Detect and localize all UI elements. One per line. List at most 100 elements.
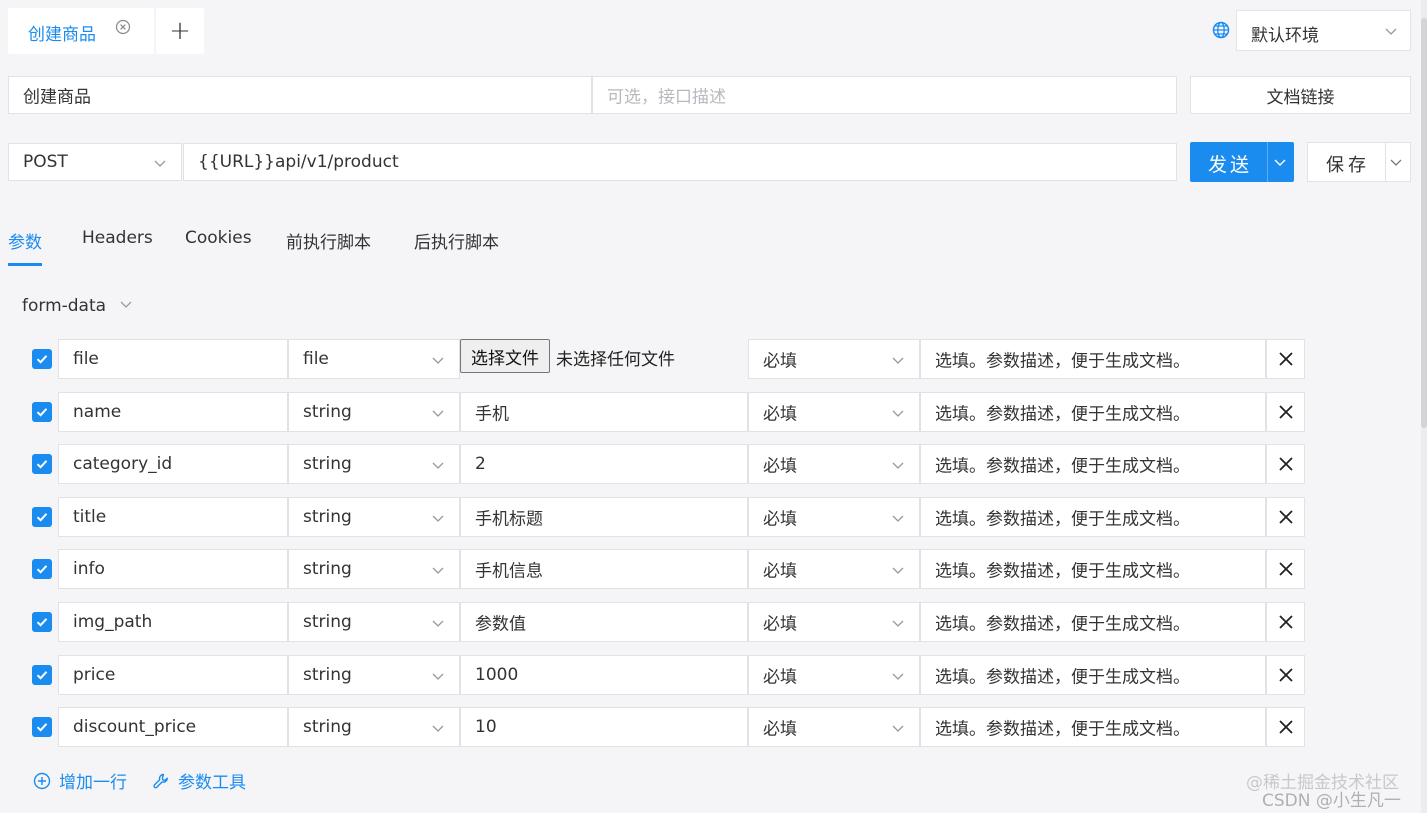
- param-name-input[interactable]: name: [58, 392, 288, 432]
- param-tools-button[interactable]: 参数工具: [152, 768, 246, 793]
- chevron-down-icon: [892, 410, 904, 417]
- param-description-input[interactable]: 选填。参数描述，便于生成文档。: [920, 602, 1266, 642]
- send-button[interactable]: 发送: [1190, 142, 1294, 182]
- chevron-down-icon: [121, 301, 132, 308]
- chevron-down-icon[interactable]: [1273, 155, 1287, 169]
- tab-pre-script[interactable]: 前执行脚本: [286, 228, 371, 253]
- save-button[interactable]: 保存: [1307, 142, 1411, 182]
- param-value-input[interactable]: 1000: [460, 655, 748, 695]
- delete-row-button[interactable]: [1266, 602, 1305, 642]
- param-value-input[interactable]: 手机: [460, 392, 748, 432]
- environment-select[interactable]: 默认环境: [1236, 10, 1411, 51]
- param-required-select[interactable]: 必填: [748, 339, 920, 379]
- param-value-input[interactable]: 参数值: [460, 602, 748, 642]
- param-enabled-checkbox[interactable]: [32, 665, 52, 685]
- param-enabled-checkbox[interactable]: [32, 507, 52, 527]
- param-name-input[interactable]: info: [58, 549, 288, 589]
- param-required-select[interactable]: 必填: [748, 707, 920, 747]
- param-type-select[interactable]: string: [288, 602, 460, 642]
- param-value-input[interactable]: 手机标题: [460, 497, 748, 537]
- param-description-input[interactable]: 选填。参数描述，便于生成文档。: [920, 339, 1266, 379]
- param-type-select[interactable]: string: [288, 392, 460, 432]
- param-type: string: [303, 717, 352, 737]
- param-type-select[interactable]: string: [288, 497, 460, 537]
- param-required-select[interactable]: 必填: [748, 549, 920, 589]
- delete-row-button[interactable]: [1266, 339, 1305, 379]
- param-required-select[interactable]: 必填: [748, 602, 920, 642]
- param-type: string: [303, 402, 352, 422]
- param-row: discount_price string 10 必填 选填。参数描述，便于生成文档。: [0, 707, 1427, 747]
- close-icon[interactable]: [114, 18, 132, 36]
- chevron-down-icon[interactable]: [1389, 155, 1403, 169]
- param-description-placeholder: 选填。参数描述，便于生成文档。: [935, 561, 1190, 582]
- delete-row-button[interactable]: [1266, 444, 1305, 484]
- method-select[interactable]: POST: [8, 143, 182, 181]
- delete-row-button[interactable]: [1266, 655, 1305, 695]
- scrollbar-thumb[interactable]: [1421, 18, 1427, 428]
- delete-row-button[interactable]: [1266, 497, 1305, 537]
- doc-link-label: 文档链接: [1266, 87, 1335, 108]
- param-name-input[interactable]: img_path: [58, 602, 288, 642]
- chevron-down-icon: [892, 673, 904, 680]
- tab-headers[interactable]: Headers: [82, 228, 153, 248]
- param-type-select[interactable]: string: [288, 707, 460, 747]
- request-description-input[interactable]: 可选，接口描述: [592, 76, 1177, 114]
- param-name-input[interactable]: discount_price: [58, 707, 288, 747]
- param-description-input[interactable]: 选填。参数描述，便于生成文档。: [920, 444, 1266, 484]
- request-name-input[interactable]: 创建商品: [8, 76, 592, 114]
- param-enabled-checkbox[interactable]: [32, 402, 52, 422]
- delete-row-button[interactable]: [1266, 392, 1305, 432]
- param-row: category_id string 2 必填 选填。参数描述，便于生成文档。: [0, 444, 1427, 484]
- param-enabled-checkbox[interactable]: [32, 349, 52, 369]
- doc-link-button[interactable]: 文档链接: [1190, 76, 1411, 114]
- param-description-input[interactable]: 选填。参数描述，便于生成文档。: [920, 392, 1266, 432]
- tab-post-script[interactable]: 后执行脚本: [414, 228, 499, 253]
- tab-cookies[interactable]: Cookies: [185, 228, 252, 248]
- param-type-select[interactable]: string: [288, 549, 460, 589]
- param-enabled-checkbox[interactable]: [32, 717, 52, 737]
- param-tools-label: 参数工具: [178, 773, 246, 793]
- param-value-input[interactable]: 10: [460, 707, 748, 747]
- chevron-down-icon: [432, 357, 444, 364]
- param-enabled-checkbox[interactable]: [32, 454, 52, 474]
- param-required-select[interactable]: 必填: [748, 497, 920, 537]
- param-required: 必填: [763, 351, 797, 372]
- delete-row-button[interactable]: [1266, 707, 1305, 747]
- tab-params[interactable]: 参数: [8, 228, 42, 253]
- param-description-input[interactable]: 选填。参数描述，便于生成文档。: [920, 707, 1266, 747]
- param-value-input[interactable]: 2: [460, 444, 748, 484]
- param-description-input[interactable]: 选填。参数描述，便于生成文档。: [920, 655, 1266, 695]
- param-name-input[interactable]: title: [58, 497, 288, 537]
- chevron-down-icon: [432, 515, 444, 522]
- param-value: 手机: [475, 404, 509, 425]
- param-enabled-checkbox[interactable]: [32, 612, 52, 632]
- param-required-select[interactable]: 必填: [748, 444, 920, 484]
- param-type-select[interactable]: file: [288, 339, 460, 379]
- param-description-input[interactable]: 选填。参数描述，便于生成文档。: [920, 549, 1266, 589]
- param-name-input[interactable]: price: [58, 655, 288, 695]
- active-tab-indicator: [8, 263, 42, 266]
- close-icon: [1278, 720, 1293, 734]
- choose-file-button[interactable]: 选择文件: [460, 339, 550, 373]
- param-enabled-checkbox[interactable]: [32, 559, 52, 579]
- param-required-select[interactable]: 必填: [748, 655, 920, 695]
- param-name-input[interactable]: file: [58, 339, 288, 379]
- param-value-input[interactable]: 手机信息: [460, 549, 748, 589]
- add-row-button[interactable]: 增加一行: [33, 768, 127, 793]
- chevron-down-icon: [432, 620, 444, 627]
- delete-row-button[interactable]: [1266, 549, 1305, 589]
- param-name-input[interactable]: category_id: [58, 444, 288, 484]
- tab-create-product[interactable]: 创建商品: [8, 8, 154, 54]
- environment-label: 默认环境: [1251, 26, 1319, 46]
- check-icon: [36, 355, 48, 364]
- param-row: title string 手机标题 必填 选填。参数描述，便于生成文档。: [0, 497, 1427, 537]
- param-type: string: [303, 454, 352, 474]
- watermark-csdn: CSDN @小生凡一: [1262, 791, 1401, 811]
- param-type-select[interactable]: string: [288, 655, 460, 695]
- add-tab-button[interactable]: +: [156, 8, 204, 54]
- param-required-select[interactable]: 必填: [748, 392, 920, 432]
- url-input[interactable]: {{URL}}api/v1/product: [183, 143, 1177, 181]
- body-type-select[interactable]: form-data: [22, 296, 133, 316]
- param-type-select[interactable]: string: [288, 444, 460, 484]
- param-description-input[interactable]: 选填。参数描述，便于生成文档。: [920, 497, 1266, 537]
